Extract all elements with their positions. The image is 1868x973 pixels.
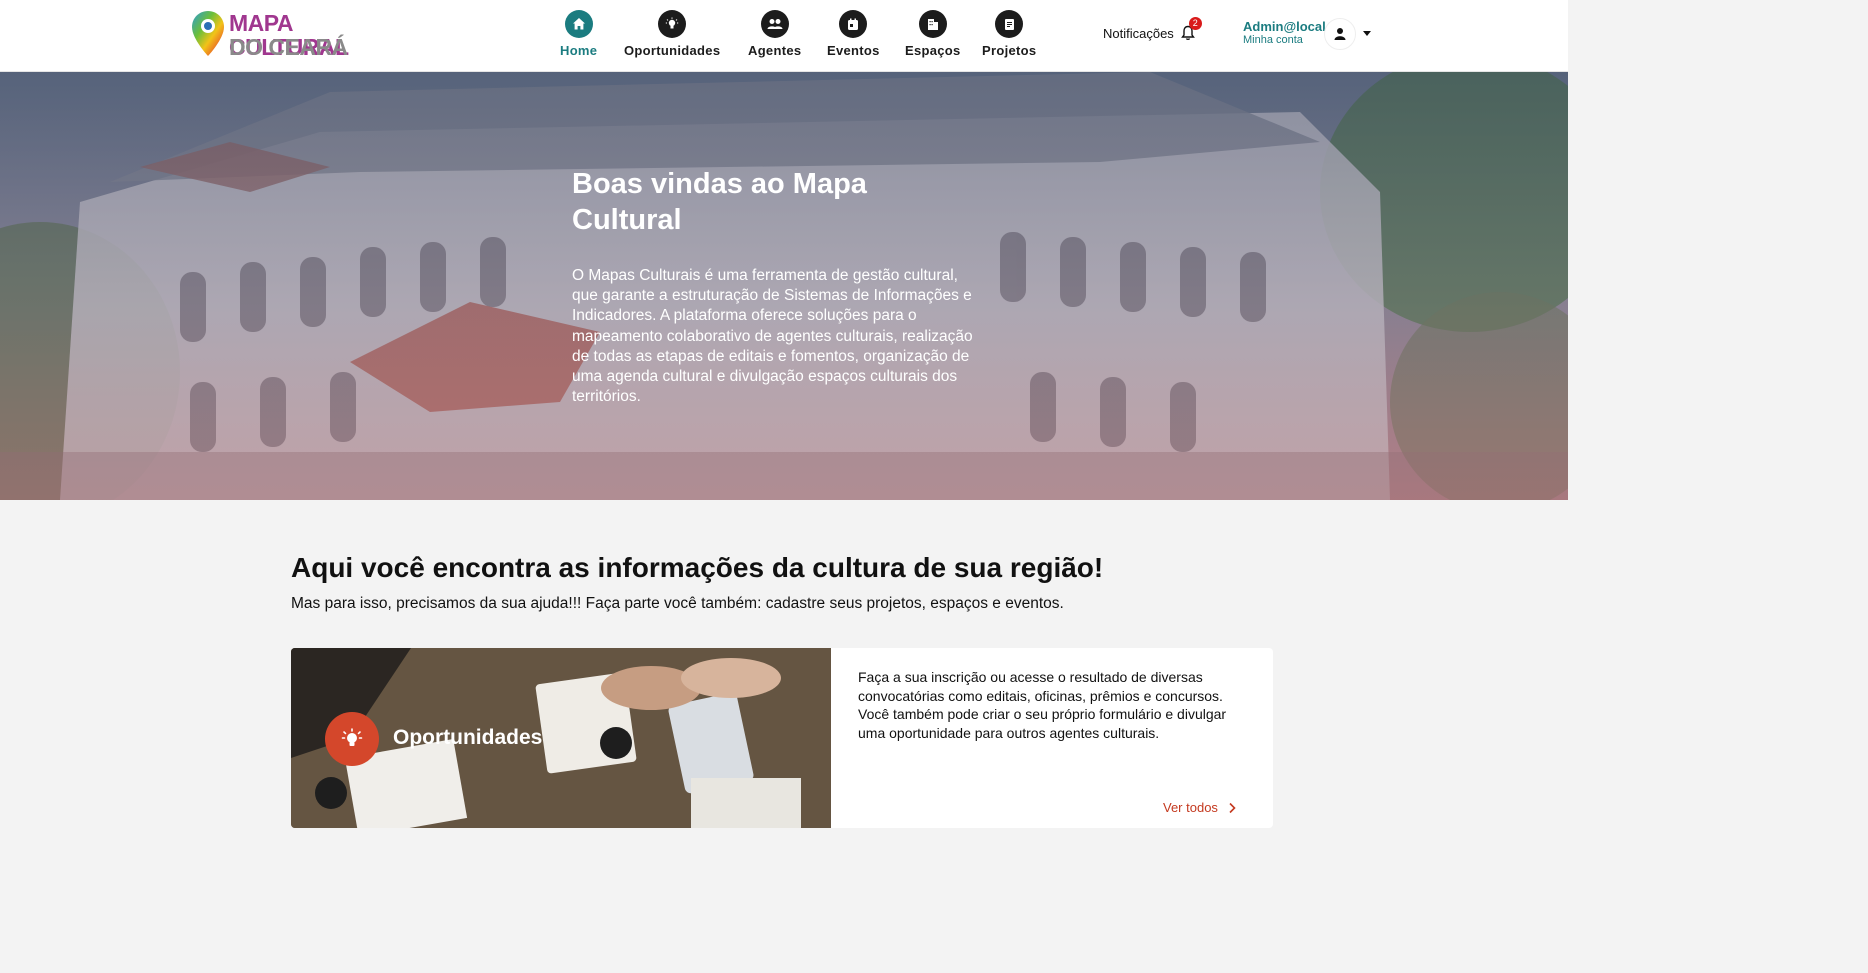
notifications-button[interactable]: Notificações 2 <box>1103 17 1202 41</box>
document-icon <box>995 10 1024 38</box>
notifications-label: Notificações <box>1103 25 1174 41</box>
notifications-count-badge: 2 <box>1188 17 1202 30</box>
section-title: Aqui você encontra as informações da cul… <box>291 552 1104 583</box>
user-icon <box>1334 28 1346 40</box>
nav-projetos[interactable]: Projetos <box>982 10 1036 58</box>
nav-oportunidades-label: Oportunidades <box>624 43 721 58</box>
people-icon <box>760 10 789 38</box>
nav-agentes-label: Agentes <box>748 43 802 58</box>
opportunities-card-image: Oportunidades <box>291 648 831 828</box>
opportunities-card: Oportunidades Faça a sua inscrição ou ac… <box>291 648 1273 828</box>
nav-agentes[interactable]: Agentes <box>748 10 801 58</box>
ver-todos-label: Ver todos <box>1163 800 1218 815</box>
nav-oportunidades[interactable]: Oportunidades <box>624 10 720 58</box>
section-subtitle: Mas para isso, precisamos da sua ajuda!!… <box>291 595 1064 612</box>
hero-title: Boas vindas ao Mapa Cultural <box>572 168 867 236</box>
nav-espacos[interactable]: Espaços <box>905 10 961 58</box>
calendar-icon <box>839 10 868 38</box>
ver-todos-link[interactable]: Ver todos <box>1163 800 1240 815</box>
lightbulb-icon <box>658 10 687 38</box>
site-logo[interactable]: MAPA CULTURAL DO CEARÁ <box>191 9 366 59</box>
nav-home[interactable]: Home <box>560 10 597 58</box>
chevron-right-icon <box>1229 802 1236 813</box>
building-icon <box>918 10 947 38</box>
bell-icon: 2 <box>1180 17 1202 41</box>
user-menu-caret-icon[interactable] <box>1363 31 1371 36</box>
opportunities-card-title: Oportunidades <box>393 726 543 749</box>
user-account-link[interactable]: Minha conta <box>1243 34 1303 46</box>
user-name[interactable]: Admin@local <box>1243 19 1326 34</box>
nav-eventos[interactable]: Eventos <box>827 10 880 58</box>
nav-home-label: Home <box>560 43 598 58</box>
hero-banner: Boas vindas ao Mapa Cultural O Mapas Cul… <box>0 72 1568 500</box>
logo-text-line2: DO CEARÁ <box>229 34 348 60</box>
nav-eventos-label: Eventos <box>827 43 880 58</box>
lightbulb-icon <box>325 712 379 766</box>
nav-espacos-label: Espaços <box>905 43 961 58</box>
home-icon <box>564 10 593 38</box>
map-pin-logo-icon <box>192 11 224 56</box>
top-header: MAPA CULTURAL DO CEARÁ Home Oportunidade… <box>0 0 1568 72</box>
opportunities-card-description: Faça a sua inscrição ou acesse o resulta… <box>858 669 1227 741</box>
avatar[interactable] <box>1324 18 1356 50</box>
hero-description: O Mapas Culturais é uma ferramenta de ge… <box>572 267 973 406</box>
nav-projetos-label: Projetos <box>982 43 1037 58</box>
